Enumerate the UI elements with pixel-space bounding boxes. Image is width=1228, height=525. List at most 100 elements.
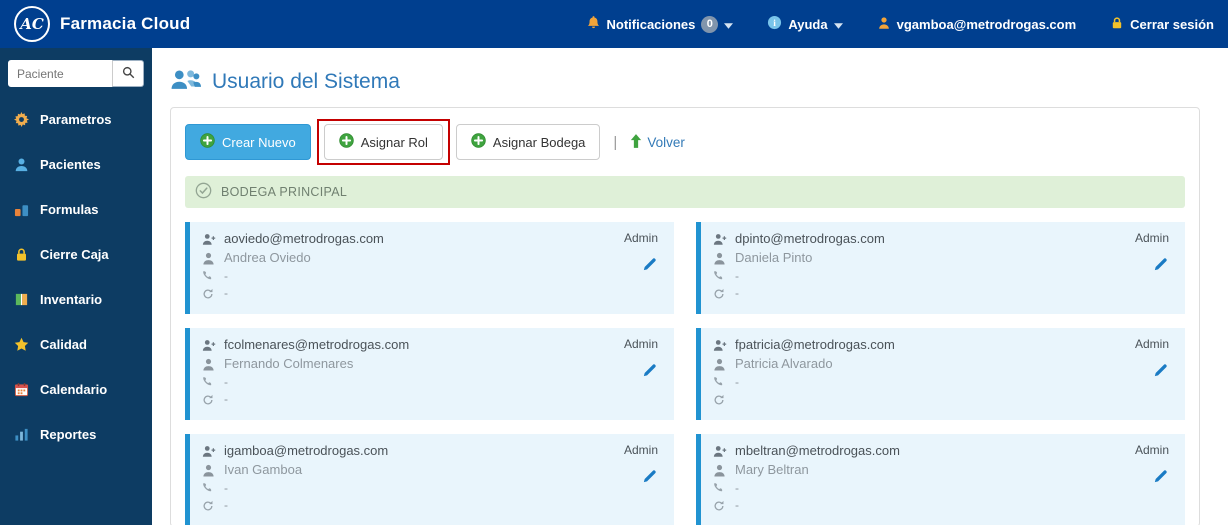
sidebar-item-calidad[interactable]: Calidad <box>0 322 152 367</box>
user-add-icon <box>713 445 728 458</box>
edit-pencil-icon[interactable] <box>641 256 658 278</box>
person-icon <box>202 358 217 371</box>
sidebar-item-label: Parametros <box>40 112 112 127</box>
user-sync: - <box>224 498 228 513</box>
page-title: Usuario del Sistema <box>212 69 400 93</box>
user-card-side: Admin <box>624 337 658 384</box>
sidebar-item-label: Calendario <box>40 382 108 397</box>
user-role-badge: Admin <box>1134 337 1169 351</box>
logout-label: Cerrar sesión <box>1130 16 1214 32</box>
user-phone: - <box>224 480 228 495</box>
edit-pencil-icon[interactable] <box>1152 256 1169 278</box>
sidebar-item-parametros[interactable]: Parametros <box>0 97 152 142</box>
main-content: Usuario del Sistema Crear Nuevo Asignar … <box>152 48 1228 525</box>
sidebar-item-pacientes[interactable]: Pacientes <box>0 142 152 187</box>
sidebar-item-inventario[interactable]: Inventario <box>0 277 152 322</box>
help-label: Ayuda <box>788 16 828 32</box>
user-phone: - <box>224 268 228 283</box>
edit-pencil-icon[interactable] <box>641 468 658 490</box>
report-icon <box>14 427 31 442</box>
person-icon <box>713 252 728 265</box>
user-phone: - <box>224 374 228 389</box>
user-email: aoviedo@metrodrogas.com <box>224 231 384 246</box>
user-card-details: mbeltran@metrodrogas.com Mary Beltran - … <box>713 442 1173 514</box>
assign-role-button[interactable]: Asignar Rol <box>323 124 443 160</box>
logout-button[interactable]: Cerrar sesión <box>1110 16 1214 33</box>
app-title: Farmacia Cloud <box>60 14 191 33</box>
user-sync: - <box>735 498 739 513</box>
warehouse-section-label: BODEGA PRINCIPAL <box>221 185 348 199</box>
person-icon <box>202 252 217 265</box>
person-icon <box>713 358 728 371</box>
back-label: Volver <box>647 134 685 150</box>
logo-text: AC <box>20 15 44 33</box>
user-name: Andrea Oviedo <box>224 249 311 265</box>
user-card-side: Admin <box>1135 443 1169 490</box>
user-menu[interactable]: vgamboa@metrodrogas.com <box>877 16 1077 33</box>
phone-icon <box>202 482 217 494</box>
patient-search-input[interactable] <box>8 60 112 87</box>
refresh-icon <box>202 500 217 512</box>
edit-pencil-icon[interactable] <box>1152 362 1169 384</box>
user-card-details: fpatricia@metrodrogas.com Patricia Alvar… <box>713 336 1173 408</box>
caret-down-icon <box>833 17 843 32</box>
sidebar-item-calendario[interactable]: Calendario <box>0 367 152 412</box>
user-email-label: vgamboa@metrodrogas.com <box>896 16 1077 32</box>
user-email: mbeltran@metrodrogas.com <box>735 443 900 458</box>
content-panel: Crear Nuevo Asignar Rol Asignar Bodega |… <box>170 107 1200 525</box>
svg-text:i: i <box>774 19 777 29</box>
help-menu[interactable]: i Ayuda <box>767 15 843 33</box>
user-email: fpatricia@metrodrogas.com <box>735 337 895 352</box>
sidebar-item-reportes[interactable]: Reportes <box>0 412 152 457</box>
user-name: Ivan Gamboa <box>224 461 303 477</box>
user-card: aoviedo@metrodrogas.com Andrea Oviedo - … <box>185 222 674 314</box>
notifications-badge: 0 <box>701 15 719 33</box>
create-new-button[interactable]: Crear Nuevo <box>185 124 311 160</box>
user-card-side: Admin <box>1135 231 1169 278</box>
toolbar-divider: | <box>613 133 618 151</box>
sidebar-item-label: Pacientes <box>40 157 101 172</box>
user-email: fcolmenares@metrodrogas.com <box>224 337 410 352</box>
user-phone: - <box>735 480 739 495</box>
notifications-label: Notificaciones <box>606 16 696 32</box>
sidebar-item-label: Inventario <box>40 292 103 307</box>
person-icon <box>713 464 728 477</box>
user-cards-grid: aoviedo@metrodrogas.com Andrea Oviedo - … <box>185 222 1185 525</box>
search-button[interactable] <box>112 60 144 87</box>
phone-icon <box>202 270 217 282</box>
star-icon <box>14 337 31 352</box>
bell-icon <box>586 15 601 33</box>
user-add-icon <box>202 339 217 352</box>
user-card-side: Admin <box>624 443 658 490</box>
formula-icon <box>14 202 31 217</box>
user-role-badge: Admin <box>623 443 658 457</box>
user-email: igamboa@metrodrogas.com <box>224 443 389 458</box>
user-card-details: fcolmenares@metrodrogas.com Fernando Col… <box>202 336 662 408</box>
user-icon <box>877 16 891 33</box>
user-role-badge: Admin <box>623 231 658 245</box>
sidebar-item-formulas[interactable]: Formulas <box>0 187 152 232</box>
refresh-icon <box>713 288 728 300</box>
user-name: Patricia Alvarado <box>735 355 833 371</box>
user-role-badge: Admin <box>1134 443 1169 457</box>
edit-pencil-icon[interactable] <box>1152 468 1169 490</box>
sidebar-item-label: Calidad <box>40 337 87 352</box>
user-card-details: dpinto@metrodrogas.com Daniela Pinto - - <box>713 230 1173 302</box>
edit-pencil-icon[interactable] <box>641 362 658 384</box>
calendar-icon <box>14 382 31 397</box>
user-card-details: aoviedo@metrodrogas.com Andrea Oviedo - … <box>202 230 662 302</box>
search-icon <box>122 66 135 82</box>
sidebar-item-cierre-caja[interactable]: Cierre Caja <box>0 232 152 277</box>
page-header: Usuario del Sistema <box>152 48 1228 107</box>
back-link[interactable]: Volver <box>630 133 685 151</box>
notifications-menu[interactable]: Notificaciones 0 <box>586 15 734 33</box>
plus-circle-icon <box>471 133 486 151</box>
assign-warehouse-button[interactable]: Asignar Bodega <box>455 124 601 160</box>
user-sync: - <box>735 286 739 301</box>
assign-role-wrap: Asignar Rol <box>316 119 450 165</box>
user-email: dpinto@metrodrogas.com <box>735 231 885 246</box>
app-logo[interactable]: AC <box>14 6 50 42</box>
sidebar-item-label: Formulas <box>40 202 99 217</box>
user-card: igamboa@metrodrogas.com Ivan Gamboa - - … <box>185 434 674 525</box>
person-icon <box>202 464 217 477</box>
